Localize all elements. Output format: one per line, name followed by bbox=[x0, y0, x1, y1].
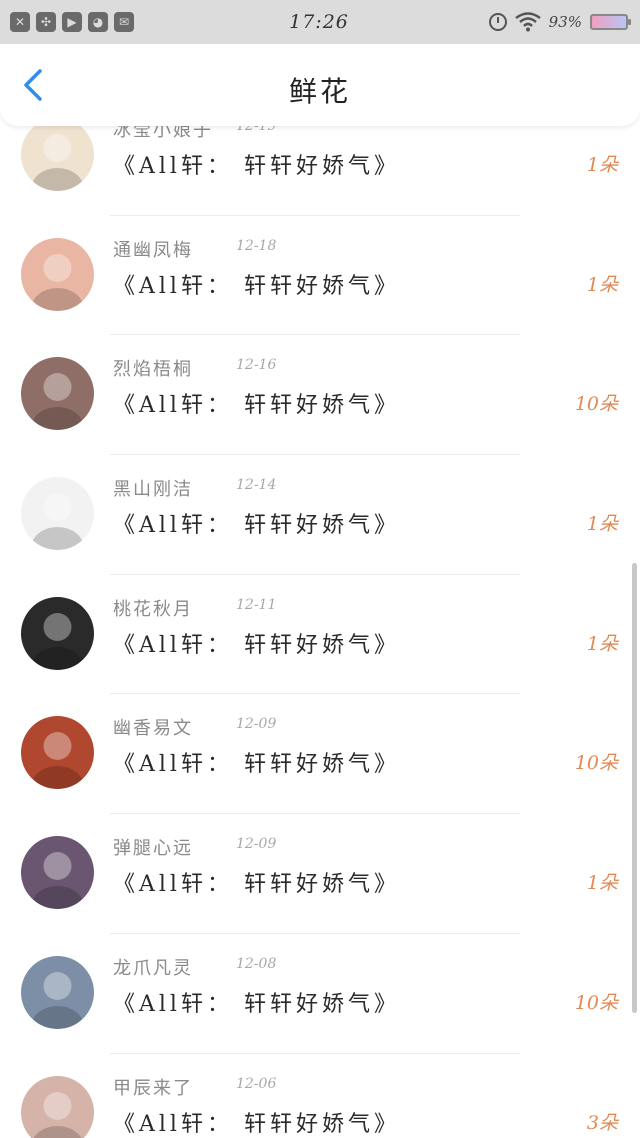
user-name: 烈焰梧桐 bbox=[113, 359, 193, 381]
gift-date: 12-18 bbox=[236, 237, 277, 254]
battery-percent: 93% bbox=[548, 13, 582, 31]
pinwheel-icon: ✣ bbox=[36, 12, 56, 32]
user-name: 通幽凤梅 bbox=[113, 239, 193, 261]
list-item[interactable]: 幽香易文 12-09 《All轩： 轩轩好娇气》 10朵 bbox=[0, 694, 640, 815]
list-item[interactable]: 冰莹小娘子 12-19 《All轩： 轩轩好娇气》 1朵 bbox=[0, 126, 640, 216]
gift-date: 12-06 bbox=[236, 1075, 277, 1092]
flower-count: 1朵 bbox=[586, 632, 618, 655]
page-title: 鲜花 bbox=[288, 75, 351, 108]
book-title: 《All轩： 轩轩好娇气》 bbox=[113, 872, 400, 898]
flower-count: 10朵 bbox=[574, 393, 618, 416]
user-name: 桃花秋月 bbox=[113, 598, 193, 620]
play-icon: ▶ bbox=[62, 12, 82, 32]
avatar[interactable] bbox=[21, 836, 94, 910]
close-box-icon: ✕ bbox=[10, 12, 30, 32]
battery-icon bbox=[590, 14, 631, 30]
book-title: 《All轩： 轩轩好娇气》 bbox=[113, 632, 400, 658]
avatar[interactable] bbox=[21, 126, 94, 191]
status-time: 17:26 bbox=[289, 11, 349, 33]
avatar[interactable] bbox=[21, 716, 94, 790]
list-item[interactable]: 甲辰来了 12-06 《All轩： 轩轩好娇气》 3朵 bbox=[0, 1054, 640, 1138]
flower-count: 3朵 bbox=[586, 1111, 618, 1134]
gift-date: 12-16 bbox=[236, 357, 277, 374]
status-bar: ✕ ✣ ▶ ◕ ✉ 17:26 93% bbox=[0, 0, 640, 44]
book-title: 《All轩： 轩轩好娇气》 bbox=[113, 752, 400, 778]
list-item[interactable]: 龙爪凡灵 12-08 《All轩： 轩轩好娇气》 10朵 bbox=[0, 934, 640, 1054]
avatar[interactable] bbox=[21, 357, 94, 431]
scrollbar[interactable] bbox=[632, 563, 637, 1013]
gift-date: 12-08 bbox=[236, 955, 277, 972]
avatar[interactable] bbox=[21, 1075, 94, 1138]
gift-date: 12-14 bbox=[236, 477, 277, 494]
list-item[interactable]: 弹腿心远 12-09 《All轩： 轩轩好娇气》 1朵 bbox=[0, 814, 640, 934]
flower-list-inner: 冰莹小娘子 12-19 《All轩： 轩轩好娇气》 1朵 通幽凤梅 12-18 《All轩：… bbox=[0, 126, 640, 1138]
flower-count: 1朵 bbox=[586, 273, 618, 296]
book-title: 《All轩： 轩轩好娇气》 bbox=[113, 393, 400, 419]
wifi-icon bbox=[514, 12, 541, 32]
user-name: 甲辰来了 bbox=[113, 1077, 193, 1099]
gift-date: 12-19 bbox=[236, 126, 277, 134]
avatar[interactable] bbox=[21, 237, 94, 311]
user-name: 幽香易文 bbox=[113, 718, 193, 740]
alarm-icon bbox=[488, 13, 507, 31]
flower-count: 10朵 bbox=[574, 752, 618, 775]
book-title: 《All轩： 轩轩好娇气》 bbox=[113, 991, 400, 1017]
gift-date: 12-09 bbox=[236, 716, 277, 733]
mail-icon: ✉ bbox=[114, 12, 134, 32]
user-name: 龙爪凡灵 bbox=[113, 957, 193, 979]
gift-date: 12-09 bbox=[236, 836, 277, 853]
book-title: 《All轩： 轩轩好娇气》 bbox=[113, 154, 400, 179]
header-bar: 鲜花 bbox=[0, 44, 640, 126]
cat-icon: ◕ bbox=[88, 12, 108, 32]
flower-count: 10朵 bbox=[574, 991, 618, 1014]
book-title: 《All轩： 轩轩好娇气》 bbox=[113, 273, 400, 299]
flower-count: 1朵 bbox=[586, 154, 618, 176]
list-item[interactable]: 黑山刚洁 12-14 《All轩： 轩轩好娇气》 1朵 bbox=[0, 455, 640, 575]
book-title: 《All轩： 轩轩好娇气》 bbox=[113, 1111, 400, 1137]
flower-count: 1朵 bbox=[586, 513, 618, 536]
list-item[interactable]: 通幽凤梅 12-18 《All轩： 轩轩好娇气》 1朵 bbox=[0, 216, 640, 336]
user-name: 冰莹小娘子 bbox=[113, 126, 213, 141]
list-item[interactable]: 烈焰梧桐 12-16 《All轩： 轩轩好娇气》 10朵 bbox=[0, 335, 640, 456]
avatar[interactable] bbox=[21, 955, 94, 1029]
flower-count: 1朵 bbox=[586, 872, 618, 895]
avatar[interactable] bbox=[21, 477, 94, 551]
user-name: 弹腿心远 bbox=[113, 838, 193, 860]
user-name: 黑山刚洁 bbox=[113, 479, 193, 501]
list-item[interactable]: 桃花秋月 12-11 《All轩： 轩轩好娇气》 1朵 bbox=[0, 575, 640, 695]
flower-list[interactable]: 冰莹小娘子 12-19 《All轩： 轩轩好娇气》 1朵 通幽凤梅 12-18 《All轩：… bbox=[0, 126, 640, 1138]
book-title: 《All轩： 轩轩好娇气》 bbox=[113, 513, 400, 539]
avatar[interactable] bbox=[21, 596, 94, 670]
status-left-icons: ✕ ✣ ▶ ◕ ✉ bbox=[0, 12, 230, 32]
status-right-icons: 93% bbox=[408, 12, 640, 32]
gift-date: 12-11 bbox=[236, 596, 277, 613]
